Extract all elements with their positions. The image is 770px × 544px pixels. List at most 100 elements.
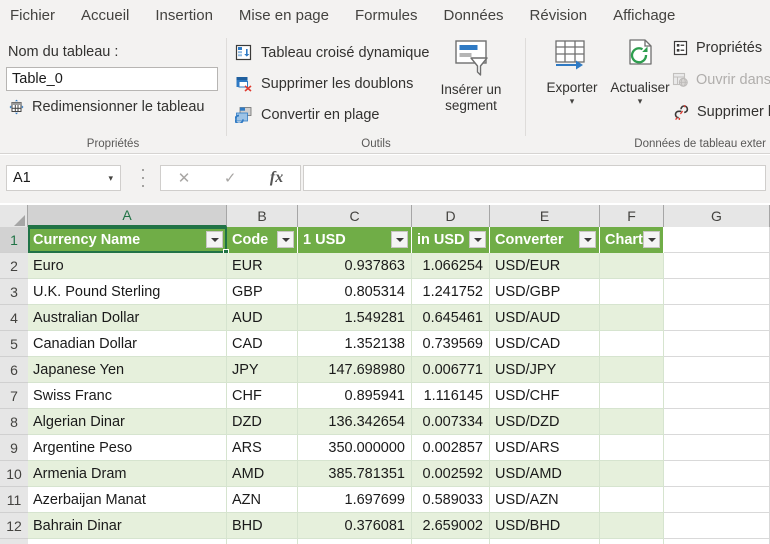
table-name-input[interactable]: Table_0 (6, 67, 218, 91)
row-header-7[interactable]: 7 (0, 383, 28, 409)
cell-G2[interactable] (664, 253, 770, 279)
cell-D10[interactable]: 0.002592 (412, 461, 490, 487)
filter-dropdown-icon-C[interactable] (391, 231, 408, 248)
cell-A10[interactable]: Armenia Dram (28, 461, 227, 487)
cell-A5[interactable]: Canadian Dollar (28, 331, 227, 357)
cell-E5[interactable]: USD/CAD (490, 331, 600, 357)
column-header-E[interactable]: E (490, 205, 600, 227)
tab-fichier[interactable]: Fichier (0, 0, 68, 32)
cell-B8[interactable]: DZD (227, 409, 298, 435)
cell-B10[interactable]: AMD (227, 461, 298, 487)
column-header-F[interactable]: F (600, 205, 664, 227)
cell-G10[interactable] (664, 461, 770, 487)
cell-G1[interactable] (664, 227, 770, 253)
row-header-11[interactable]: 11 (0, 487, 28, 513)
cell-B13[interactable]: BDT (227, 539, 298, 544)
row-header-8[interactable]: 8 (0, 409, 28, 435)
filter-dropdown-icon-A[interactable] (206, 231, 223, 248)
cell-C2[interactable]: 0.937863 (298, 253, 412, 279)
row-header-10[interactable]: 10 (0, 461, 28, 487)
cell-A6[interactable]: Japanese Yen (28, 357, 227, 383)
cell-E9[interactable]: USD/ARS (490, 435, 600, 461)
cell-F2[interactable] (600, 253, 664, 279)
header-cell-A1[interactable]: Currency Name (28, 227, 227, 253)
cell-A3[interactable]: U.K. Pound Sterling (28, 279, 227, 305)
refresh-chevron-down-icon[interactable]: ▾ (638, 97, 643, 106)
cell-E8[interactable]: USD/DZD (490, 409, 600, 435)
row-header-9[interactable]: 9 (0, 435, 28, 461)
cell-C11[interactable]: 1.697699 (298, 487, 412, 513)
tab-mise-en-page[interactable]: Mise en page (226, 0, 342, 32)
tab-donnees[interactable]: Données (431, 0, 517, 32)
pivot-table-button[interactable]: Tableau croisé dynamique (235, 44, 429, 61)
cell-A4[interactable]: Australian Dollar (28, 305, 227, 331)
cell-D12[interactable]: 2.659002 (412, 513, 490, 539)
cell-B2[interactable]: EUR (227, 253, 298, 279)
column-header-B[interactable]: B (227, 205, 298, 227)
cell-A9[interactable]: Argentine Peso (28, 435, 227, 461)
cell-G9[interactable] (664, 435, 770, 461)
cell-F8[interactable] (600, 409, 664, 435)
tab-affichage[interactable]: Affichage (600, 0, 688, 32)
cell-D6[interactable]: 0.006771 (412, 357, 490, 383)
cell-B9[interactable]: ARS (227, 435, 298, 461)
header-cell-C1[interactable]: 1 USD (298, 227, 412, 253)
cell-F5[interactable] (600, 331, 664, 357)
row-header-1[interactable]: 1 (0, 227, 28, 253)
cell-D9[interactable]: 0.002857 (412, 435, 490, 461)
filter-dropdown-icon-F[interactable] (643, 231, 660, 248)
cell-A13[interactable]: Bangladeshi taka (28, 539, 227, 544)
tab-accueil[interactable]: Accueil (68, 0, 142, 32)
cell-F6[interactable] (600, 357, 664, 383)
cell-G6[interactable] (664, 357, 770, 383)
filter-dropdown-icon-D[interactable] (469, 231, 486, 248)
cell-D2[interactable]: 1.066254 (412, 253, 490, 279)
cell-E3[interactable]: USD/GBP (490, 279, 600, 305)
tab-insertion[interactable]: Insertion (142, 0, 226, 32)
cell-C6[interactable]: 147.698980 (298, 357, 412, 383)
cell-E13[interactable]: USD/BDT (490, 539, 600, 544)
header-cell-F1[interactable]: Chart (600, 227, 664, 253)
select-all-corner[interactable] (0, 205, 28, 227)
table-properties-button[interactable]: Propriétés (672, 40, 762, 56)
cell-F9[interactable] (600, 435, 664, 461)
cell-G12[interactable] (664, 513, 770, 539)
cell-D11[interactable]: 0.589033 (412, 487, 490, 513)
cell-B4[interactable]: AUD (227, 305, 298, 331)
column-header-D[interactable]: D (412, 205, 490, 227)
cell-A2[interactable]: Euro (28, 253, 227, 279)
cell-C12[interactable]: 0.376081 (298, 513, 412, 539)
cell-F4[interactable] (600, 305, 664, 331)
filter-dropdown-icon-B[interactable] (277, 231, 294, 248)
insert-function-icon[interactable]: fx (270, 169, 283, 187)
confirm-icon[interactable]: ✓ (224, 169, 237, 187)
cell-E11[interactable]: USD/AZN (490, 487, 600, 513)
cell-F13[interactable] (600, 539, 664, 544)
cell-A8[interactable]: Algerian Dinar (28, 409, 227, 435)
cell-D8[interactable]: 0.007334 (412, 409, 490, 435)
convert-to-range-button[interactable]: Convertir en plage (235, 106, 380, 123)
cell-B6[interactable]: JPY (227, 357, 298, 383)
cell-F11[interactable] (600, 487, 664, 513)
row-header-4[interactable]: 4 (0, 305, 28, 331)
cell-D13[interactable]: 0.009128 (412, 539, 490, 544)
cell-D7[interactable]: 1.116145 (412, 383, 490, 409)
header-cell-D1[interactable]: in USD (412, 227, 490, 253)
filter-dropdown-icon-E[interactable] (579, 231, 596, 248)
cell-A11[interactable]: Azerbaijan Manat (28, 487, 227, 513)
cell-C5[interactable]: 1.352138 (298, 331, 412, 357)
column-header-C[interactable]: C (298, 205, 412, 227)
cancel-icon[interactable]: ✕ (178, 169, 191, 187)
cell-B5[interactable]: CAD (227, 331, 298, 357)
cell-G8[interactable] (664, 409, 770, 435)
cell-F3[interactable] (600, 279, 664, 305)
cell-A12[interactable]: Bahrain Dinar (28, 513, 227, 539)
cell-E6[interactable]: USD/JPY (490, 357, 600, 383)
cell-D4[interactable]: 0.645461 (412, 305, 490, 331)
cell-F10[interactable] (600, 461, 664, 487)
cell-A7[interactable]: Swiss Franc (28, 383, 227, 409)
cell-C10[interactable]: 385.781351 (298, 461, 412, 487)
export-button[interactable]: Exporter ▾ (534, 38, 610, 106)
row-header-13[interactable]: 13 (0, 539, 28, 544)
column-header-G[interactable]: G (664, 205, 770, 227)
